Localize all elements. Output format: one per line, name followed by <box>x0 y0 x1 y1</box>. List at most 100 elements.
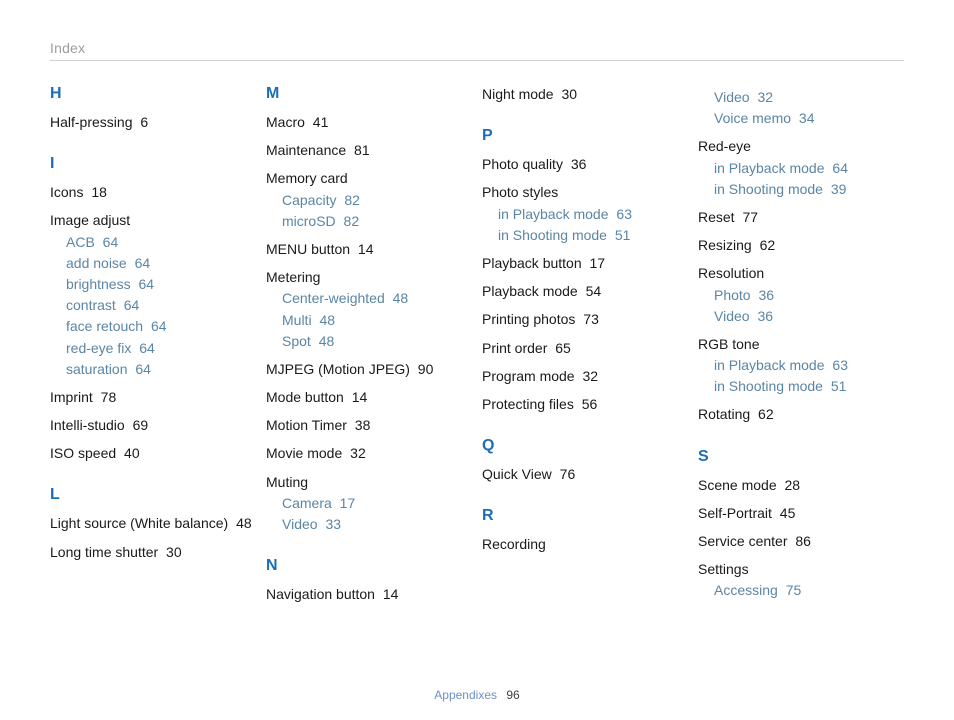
index-entry[interactable]: Half-pressing 6 <box>50 113 256 131</box>
index-section: Video 32 Voice memo 34 Red-eyein Playback … <box>698 88 904 424</box>
index-entry[interactable]: Playback button 17 <box>482 254 688 272</box>
index-entry-label: ISO speed <box>50 445 116 461</box>
index-entry[interactable]: Maintenance 81 <box>266 141 472 159</box>
index-entry[interactable]: Muting Camera 17 Video 33 <box>266 473 472 534</box>
index-entry[interactable]: Reset 77 <box>698 208 904 226</box>
index-entry[interactable]: Video 32 Voice memo 34 <box>698 88 904 127</box>
index-subentry-page: 64 <box>120 297 139 313</box>
index-entry[interactable]: Service center 86 <box>698 532 904 550</box>
index-subentry[interactable]: brightness 64 <box>66 275 256 293</box>
index-entry[interactable]: MJPEG (Motion JPEG) 90 <box>266 360 472 378</box>
index-entry[interactable]: Recording <box>482 535 688 553</box>
index-entry[interactable]: Navigation button 14 <box>266 585 472 603</box>
index-subentry[interactable]: in Shooting mode 51 <box>498 226 688 244</box>
index-entry[interactable]: Playback mode 54 <box>482 282 688 300</box>
index-subentry[interactable]: Center-weighted 48 <box>282 289 472 307</box>
index-subentry[interactable]: in Playback mode 64 <box>714 159 904 177</box>
index-subentry[interactable]: ACB 64 <box>66 233 256 251</box>
index-subentry[interactable]: Spot 48 <box>282 332 472 350</box>
index-entry[interactable]: ISO speed 40 <box>50 444 256 462</box>
index-section: QQuick View 76 <box>482 437 688 483</box>
index-entry-page: 48 <box>232 515 251 531</box>
index-entry[interactable]: SettingsAccessing 75 <box>698 560 904 599</box>
index-entry[interactable]: Macro 41 <box>266 113 472 131</box>
index-subentry[interactable]: Video 33 <box>282 515 472 533</box>
index-subentry-label: microSD <box>282 213 336 229</box>
index-entry[interactable]: MENU button 14 <box>266 240 472 258</box>
index-subentry[interactable]: face retouch 64 <box>66 317 256 335</box>
index-subentry[interactable]: in Playback mode 63 <box>714 356 904 374</box>
index-subentry[interactable]: Video 36 <box>714 307 904 325</box>
index-entry[interactable]: Mode button 14 <box>266 388 472 406</box>
index-letter-heading: P <box>482 127 688 145</box>
index-subentry[interactable]: Voice memo 34 <box>714 109 904 127</box>
index-subentry-page: 39 <box>827 181 846 197</box>
index-subentry-label: Center-weighted <box>282 290 385 306</box>
index-entry[interactable]: Night mode 30 <box>482 85 688 103</box>
index-subentry[interactable]: in Shooting mode 39 <box>714 180 904 198</box>
index-entry[interactable]: Protecting files 56 <box>482 395 688 413</box>
index-entry[interactable]: Icons 18 <box>50 183 256 201</box>
index-entry[interactable]: Printing photos 73 <box>482 310 688 328</box>
index-entry-label: Memory card <box>266 170 348 186</box>
index-entry[interactable]: Metering Center-weighted 48 Multi 48 Spot 4… <box>266 268 472 350</box>
index-subentry-page: 51 <box>611 227 630 243</box>
index-subentry-label: Video <box>714 308 750 324</box>
index-entry[interactable]: Print order 65 <box>482 339 688 357</box>
index-entry[interactable]: Image adjustACB 64add noise 64brightness… <box>50 211 256 378</box>
index-subentry-label: ACB <box>66 234 95 250</box>
index-entry-label: Playback button <box>482 255 582 271</box>
index-section: IIcons 18Image adjustACB 64add noise 64b… <box>50 155 256 462</box>
index-entry-label: Metering <box>266 269 320 285</box>
index-entry[interactable]: Motion Timer 38 <box>266 416 472 434</box>
index-entries: Macro 41 Maintenance 81 Memory card Capacit… <box>266 113 472 533</box>
index-entry[interactable]: Imprint 78 <box>50 388 256 406</box>
index-subentry-page: 82 <box>340 192 359 208</box>
index-entry[interactable]: Scene mode 28 <box>698 476 904 494</box>
index-subentry[interactable]: red-eye fix 64 <box>66 339 256 357</box>
index-entry[interactable]: Rotating 62 <box>698 405 904 423</box>
index-entry-label: Program mode <box>482 368 575 384</box>
index-subentry-label: Video <box>714 89 750 105</box>
index-entry-page: 14 <box>379 586 398 602</box>
index-subentry-page: 63 <box>613 206 632 222</box>
index-entry[interactable]: ResolutionPhoto 36Video 36 <box>698 264 904 325</box>
index-entry-label: Printing photos <box>482 311 575 327</box>
index-subentry[interactable]: Camera 17 <box>282 494 472 512</box>
index-subentry[interactable]: Video 32 <box>714 88 904 106</box>
page: Index HHalf-pressing 6IIcons 18Image adj… <box>0 0 954 720</box>
index-subentry[interactable]: Multi 48 <box>282 311 472 329</box>
index-section: LLight source (White balance) 48Long tim… <box>50 486 256 560</box>
index-subentry-page: 82 <box>340 213 359 229</box>
index-entry-page: 56 <box>578 396 597 412</box>
index-column: MMacro 41Maintenance 81Memory cardCapaci… <box>266 85 472 613</box>
index-subentry[interactable]: saturation 64 <box>66 360 256 378</box>
index-subentry-page: 48 <box>315 333 334 349</box>
index-entry[interactable]: Intelli-studio 69 <box>50 416 256 434</box>
index-subentry[interactable]: in Shooting mode 51 <box>714 377 904 395</box>
index-subentry[interactable]: in Playback mode 63 <box>498 205 688 223</box>
index-entry[interactable]: Light source (White balance) 48 <box>50 514 256 532</box>
index-entry-label: Long time shutter <box>50 544 158 560</box>
index-subentry[interactable]: add noise 64 <box>66 254 256 272</box>
index-entry[interactable]: Movie mode 32 <box>266 444 472 462</box>
index-subentry[interactable]: Accessing 75 <box>714 581 904 599</box>
index-entry-label: Service center <box>698 533 787 549</box>
index-entry[interactable]: Resizing 62 <box>698 236 904 254</box>
index-entry[interactable]: Photo stylesin Playback mode 63in Shooti… <box>482 183 688 244</box>
index-entry[interactable]: RGB tonein Playback mode 63in Shooting m… <box>698 335 904 396</box>
index-entry[interactable]: Memory card Capacity 82 microSD 82 <box>266 169 472 230</box>
index-entry[interactable]: Photo quality 36 <box>482 155 688 173</box>
index-subentry[interactable]: contrast 64 <box>66 296 256 314</box>
index-entry[interactable]: Long time shutter 30 <box>50 543 256 561</box>
index-entry-label: Muting <box>266 474 308 490</box>
index-entry[interactable]: Quick View 76 <box>482 465 688 483</box>
index-entries: Scene mode 28 Self-Portrait 45 Service cen… <box>698 476 904 600</box>
index-entry[interactable]: Program mode 32 <box>482 367 688 385</box>
index-subentry-label: in Playback mode <box>498 206 609 222</box>
index-entry[interactable]: Red-eyein Playback mode 64in Shooting mo… <box>698 137 904 198</box>
index-subentry[interactable]: Photo 36 <box>714 286 904 304</box>
index-subentry[interactable]: Capacity 82 <box>282 191 472 209</box>
index-entry[interactable]: Self-Portrait 45 <box>698 504 904 522</box>
index-subentry[interactable]: microSD 82 <box>282 212 472 230</box>
